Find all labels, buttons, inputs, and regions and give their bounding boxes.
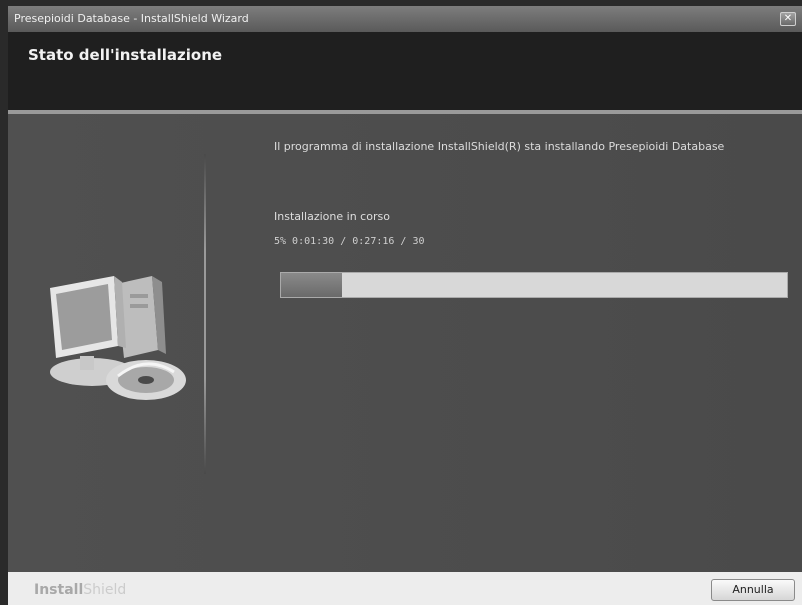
cancel-button[interactable]: Annulla [711,579,795,601]
progress-bar [280,272,788,298]
header-panel: Stato dell'installazione [8,32,802,112]
close-icon[interactable]: ✕ [780,12,796,26]
status-label: Installazione in corso [274,210,390,223]
brand-light: Shield [83,582,127,598]
computer-cd-icon [50,276,186,400]
window-title: Presepioidi Database - InstallShield Wiz… [14,12,249,25]
progress-fill [281,273,342,297]
title-bar: Presepioidi Database - InstallShield Wiz… [8,6,802,32]
page-title: Stato dell'installazione [28,46,223,64]
brand-bold: Install [34,582,84,598]
footer-bar: InstallShield Annulla [8,572,802,605]
install-description: Il programma di installazione InstallShi… [274,140,725,153]
installshield-logo: InstallShield [34,582,126,598]
content-panel: Il programma di installazione InstallShi… [8,114,802,572]
vertical-divider [204,154,206,474]
installer-window: Presepioidi Database - InstallShield Wiz… [8,6,802,605]
status-detail: 5% 0:01:30 / 0:27:16 / 30 [274,236,425,247]
